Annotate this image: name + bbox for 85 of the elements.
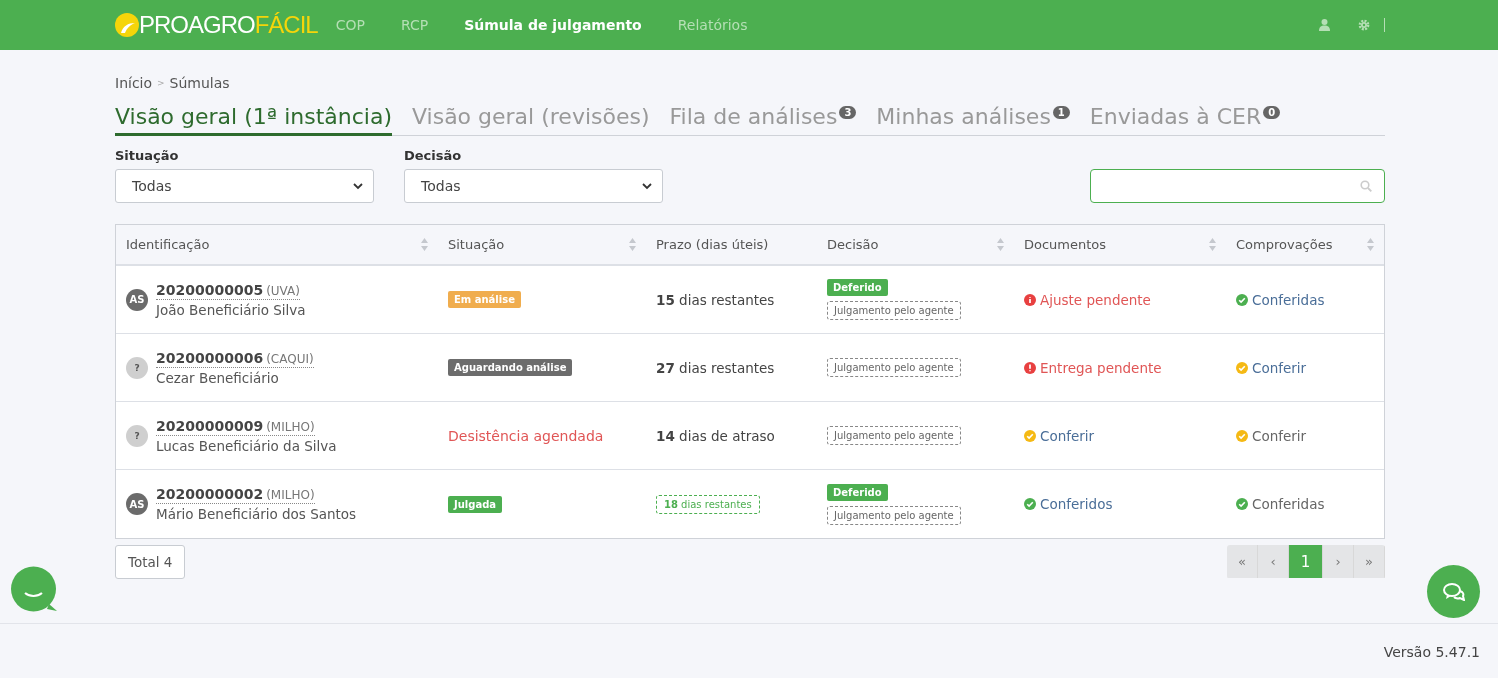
crop-label: (MILHO) — [266, 419, 315, 434]
beneficiary-name: Cezar Beneficiário — [156, 369, 280, 386]
beneficiary-name: Lucas Beneficiário da Silva — [156, 437, 337, 454]
check-circle-icon — [1236, 361, 1248, 374]
column-header: Prazo (dias úteis) — [656, 237, 769, 252]
filter-select[interactable]: Todas — [404, 169, 663, 203]
column-header: Comprovações — [1236, 237, 1333, 252]
column-header: Documentos — [1024, 237, 1107, 252]
status-text: Desistência agendada — [448, 427, 604, 444]
record-id[interactable]: 20200000006 — [156, 349, 264, 366]
sort-icon[interactable] — [1367, 238, 1374, 251]
tab[interactable]: Minhas análises 1 — [876, 100, 1070, 136]
sort-icon[interactable] — [629, 238, 636, 251]
beneficiary-name: João Beneficiário Silva — [156, 301, 306, 318]
breadcrumb-link[interactable]: Início — [115, 74, 153, 91]
sort-icon[interactable] — [1209, 238, 1216, 251]
check-circle-icon — [1236, 429, 1248, 442]
record-id[interactable]: 20200000009 — [156, 417, 264, 434]
search-icon — [1360, 180, 1372, 192]
chevron-down-icon — [353, 182, 363, 190]
decision-tag: Julgamento pelo agente — [827, 358, 961, 377]
decision-tag: Julgamento pelo agente — [827, 426, 961, 445]
logo-text: PROAGRO — [139, 11, 255, 39]
decision-badge: Deferido — [827, 279, 888, 296]
status-link[interactable]: Conferidas — [1236, 496, 1325, 512]
check-circle-icon — [1236, 498, 1248, 510]
avatar: AS — [126, 493, 148, 515]
settings-icon[interactable] — [1358, 19, 1370, 31]
beneficiary-name: Mário Beneficiário dos Santos — [156, 506, 357, 522]
exclamation-icon — [1024, 361, 1036, 374]
logo-text: FÁCIL — [254, 11, 318, 39]
avatar: ? — [126, 424, 148, 447]
chat-bubbles-icon — [1442, 582, 1465, 601]
check-circle-icon — [1236, 293, 1248, 306]
status-link[interactable]: Conferir — [1024, 427, 1095, 444]
deadline-text: 14 dias de atraso — [656, 427, 775, 444]
status-link[interactable]: Conferidos — [1024, 496, 1113, 512]
search-field[interactable] — [1090, 169, 1385, 203]
tab[interactable]: Visão geral (1ª instância) — [115, 100, 392, 136]
chevron-down-icon — [642, 182, 652, 190]
decision-tag: Julgamento pelo agente — [827, 505, 961, 525]
filter-label: Situação — [115, 148, 180, 163]
avatar: ? — [126, 356, 148, 379]
deadline-tag: 18 dias restantes — [656, 494, 760, 514]
record-id[interactable]: 20200000005 — [156, 281, 264, 298]
sun-leaf-logo-icon — [115, 13, 139, 37]
status-link[interactable]: Conferir — [1236, 359, 1307, 376]
decision-badge: Deferido — [827, 483, 888, 501]
check-circle-icon — [1024, 498, 1036, 510]
crop-label: (MILHO) — [266, 488, 315, 502]
status-badge: Aguardando análise — [448, 359, 573, 376]
record-id[interactable]: 20200000002 — [156, 486, 264, 502]
breadcrumb-link[interactable]: Súmulas — [169, 74, 230, 91]
tab[interactable]: Fila de análises 3 — [669, 100, 857, 136]
sort-icon[interactable] — [997, 238, 1004, 251]
status-link[interactable]: Entrega pendente — [1024, 359, 1162, 376]
column-header: Situação — [448, 237, 505, 252]
filter-label: Decisão — [404, 148, 463, 163]
count-badge: 0 — [1263, 106, 1281, 119]
column-header: Decisão — [827, 237, 879, 252]
chat-bubble-icon[interactable] — [11, 566, 57, 614]
status-link[interactable]: Conferir — [1236, 427, 1307, 444]
version-text: Versão 5.47.1 — [1382, 643, 1481, 660]
status-link[interactable]: Ajuste pendente — [1024, 291, 1151, 308]
chat-button[interactable] — [1427, 565, 1480, 618]
decision-tag: Julgamento pelo agente — [827, 301, 961, 320]
crop-label: (CAQUI) — [266, 351, 314, 366]
crop-label: (UVA) — [266, 283, 300, 298]
status-badge: Em análise — [448, 291, 521, 308]
tab[interactable]: Enviadas à CER 0 — [1089, 100, 1281, 136]
breadcrumb-separator: > — [157, 77, 165, 88]
count-badge: 3 — [839, 106, 857, 119]
status-badge: Julgada — [448, 495, 503, 513]
count-badge: 1 — [1052, 106, 1070, 119]
deadline-text: 15 dias restantes — [656, 291, 775, 308]
user-icon[interactable] — [1319, 19, 1330, 31]
sort-icon[interactable] — [421, 238, 428, 251]
avatar: AS — [126, 288, 148, 311]
total-count: Total 4 — [115, 545, 186, 579]
status-link[interactable]: Conferidas — [1236, 291, 1325, 308]
info-icon — [1024, 293, 1036, 306]
deadline-text: 27 dias restantes — [656, 359, 775, 376]
filter-select[interactable]: Todas — [115, 169, 374, 203]
check-circle-icon — [1024, 429, 1036, 442]
column-header: Identificação — [126, 237, 210, 252]
